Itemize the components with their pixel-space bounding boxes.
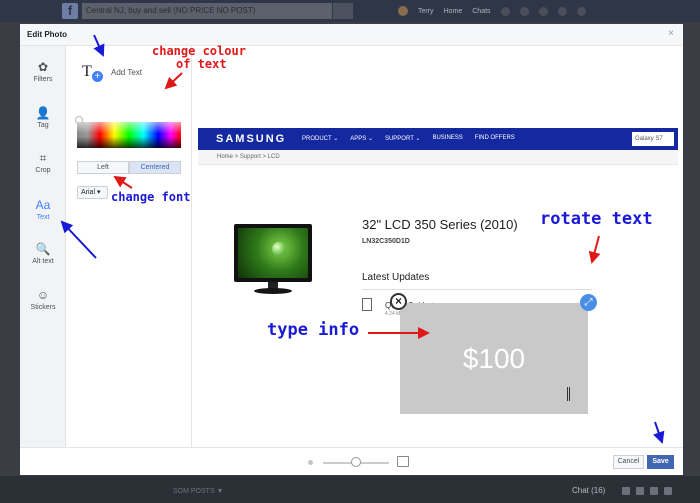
tool-filters[interactable]: ✿ Filters bbox=[20, 60, 66, 83]
tag-person-icon: 👤 bbox=[35, 106, 51, 120]
product-title: 32" LCD 350 Series (2010) bbox=[362, 217, 518, 232]
top-nav: Terry Home Chats bbox=[398, 0, 586, 22]
chevron-down-icon: ▾ bbox=[96, 189, 101, 196]
samsung-logo: SAMSUNG bbox=[216, 133, 287, 145]
plus-icon[interactable]: + bbox=[92, 71, 103, 82]
tool-stickers[interactable]: ☺ Stickers bbox=[20, 288, 66, 311]
annotation-rotate-text: rotate text bbox=[540, 209, 653, 229]
tool-label: Stickers bbox=[30, 304, 56, 311]
settings-icon[interactable] bbox=[664, 487, 672, 495]
tool-tag[interactable]: 👤 Tag bbox=[20, 106, 66, 129]
dialog-footer: Cancel Save bbox=[20, 447, 683, 475]
close-icon[interactable]: × bbox=[668, 28, 674, 39]
text-cursor-icon bbox=[567, 387, 570, 401]
text-icon: Aa bbox=[35, 198, 51, 212]
divider bbox=[362, 289, 592, 290]
tv-stand-base bbox=[254, 288, 292, 294]
tool-text[interactable]: Aa Text bbox=[20, 198, 66, 221]
facebook-top-bar: f Central NJ, buy and sell (NO PRICE NO … bbox=[0, 0, 700, 22]
samsung-menu: PRODUCT ⌄ APPS ⌄ SUPPORT ⌄ BUSINESS FIND… bbox=[302, 135, 515, 142]
friend-requests-icon[interactable] bbox=[500, 6, 510, 16]
zoom-in-icon[interactable] bbox=[397, 456, 409, 467]
align-left-button[interactable]: Left bbox=[77, 161, 129, 174]
crop-icon: ⌗ bbox=[39, 151, 47, 165]
notifications-icon[interactable] bbox=[538, 6, 548, 16]
tool-label: Text bbox=[36, 214, 50, 221]
samsung-search-box: Galaxy S7 bbox=[632, 132, 674, 146]
tool-alt-text[interactable]: 🔍 Alt text bbox=[20, 242, 66, 265]
tv-screen bbox=[234, 224, 312, 282]
search-input[interactable]: Central NJ, buy and sell (NO PRICE NO PO… bbox=[82, 3, 332, 19]
messages-icon[interactable] bbox=[519, 6, 529, 16]
updates-heading: Latest Updates bbox=[362, 272, 430, 283]
add-text-icon[interactable]: T bbox=[82, 63, 92, 81]
video-icon[interactable] bbox=[650, 487, 658, 495]
dialog-title: Edit Photo bbox=[27, 30, 67, 39]
font-value: Arial bbox=[81, 189, 96, 196]
menu-item: APPS ⌄ bbox=[350, 136, 373, 142]
menu-item: SUPPORT ⌄ bbox=[384, 136, 421, 142]
chat-button[interactable]: Chat (16) bbox=[572, 486, 605, 495]
profile-link[interactable]: Terry bbox=[418, 8, 434, 15]
zoom-out-icon[interactable] bbox=[308, 460, 313, 465]
menu-item: FIND OFFERS bbox=[474, 135, 515, 141]
cancel-button[interactable]: Cancel bbox=[613, 455, 644, 469]
text-overlay-value[interactable]: $100 bbox=[400, 343, 588, 375]
color-palette[interactable] bbox=[77, 122, 181, 148]
zoom-slider-handle[interactable] bbox=[351, 457, 361, 467]
compose-icon[interactable] bbox=[622, 487, 630, 495]
photo-canvas[interactable]: SAMSUNG PRODUCT ⌄ APPS ⌄ SUPPORT ⌄ BUSIN… bbox=[192, 46, 683, 447]
breadcrumb-bar: Home > Support > LCD bbox=[198, 150, 678, 165]
tool-crop[interactable]: ⌗ Crop bbox=[20, 151, 66, 174]
avatar[interactable] bbox=[398, 6, 408, 16]
tool-label: Crop bbox=[35, 167, 51, 174]
account-menu-icon[interactable] bbox=[576, 6, 586, 16]
save-button[interactable]: Save bbox=[647, 455, 674, 469]
samsung-nav-bar: SAMSUNG PRODUCT ⌄ APPS ⌄ SUPPORT ⌄ BUSIN… bbox=[198, 128, 678, 150]
breadcrumb: Home > Support > LCD bbox=[217, 154, 280, 160]
facebook-logo[interactable]: f bbox=[62, 3, 78, 19]
product-model: LN32C350D1D bbox=[362, 238, 410, 245]
new-group-icon[interactable] bbox=[636, 487, 644, 495]
bottom-post-text: SOM POSTS ▼ bbox=[173, 488, 224, 495]
annotation-of-text: of text bbox=[176, 57, 227, 71]
font-dropdown[interactable]: Arial ▾ bbox=[77, 186, 108, 199]
chats-link[interactable]: Chats bbox=[472, 8, 490, 15]
search-icon: 🔍 bbox=[35, 242, 51, 256]
align-centered-button[interactable]: Centered bbox=[129, 161, 181, 174]
remove-text-icon[interactable]: × bbox=[390, 293, 407, 310]
sticker-icon: ☺ bbox=[36, 288, 50, 302]
chat-tools bbox=[622, 487, 672, 495]
add-text-button[interactable]: Add Text bbox=[111, 68, 142, 77]
document-icon bbox=[362, 298, 372, 311]
tool-rail: ✿ Filters 👤 Tag ⌗ Crop Aa Text 🔍 Alt tex… bbox=[20, 46, 66, 447]
text-options-panel: T + Add Text Left Centered Arial ▾ bbox=[66, 46, 192, 447]
menu-item: PRODUCT ⌄ bbox=[302, 136, 339, 142]
menu-item: BUSINESS bbox=[432, 135, 463, 141]
tv-product-image bbox=[234, 224, 312, 302]
filters-icon: ✿ bbox=[37, 60, 49, 74]
help-icon[interactable] bbox=[557, 6, 567, 16]
annotation-type-info: type info bbox=[267, 320, 360, 340]
water-drop bbox=[272, 242, 286, 256]
alignment-toggle: Left Centered bbox=[77, 161, 181, 174]
home-link[interactable]: Home bbox=[444, 8, 463, 15]
annotation-change-colour: change colour bbox=[152, 44, 246, 58]
tool-label: Alt text bbox=[32, 258, 54, 265]
tool-label: Tag bbox=[37, 122, 49, 129]
text-overlay-box[interactable]: $100 bbox=[400, 303, 588, 414]
search-button[interactable] bbox=[333, 3, 353, 19]
rotate-handle-icon[interactable]: ⤢ bbox=[580, 294, 597, 311]
dialog-header: Edit Photo × bbox=[20, 24, 683, 46]
edit-photo-dialog: Edit Photo × ✿ Filters 👤 Tag ⌗ Crop Aa T… bbox=[20, 24, 683, 475]
tool-label: Filters bbox=[33, 76, 53, 83]
annotation-change-font: change font bbox=[111, 190, 191, 204]
